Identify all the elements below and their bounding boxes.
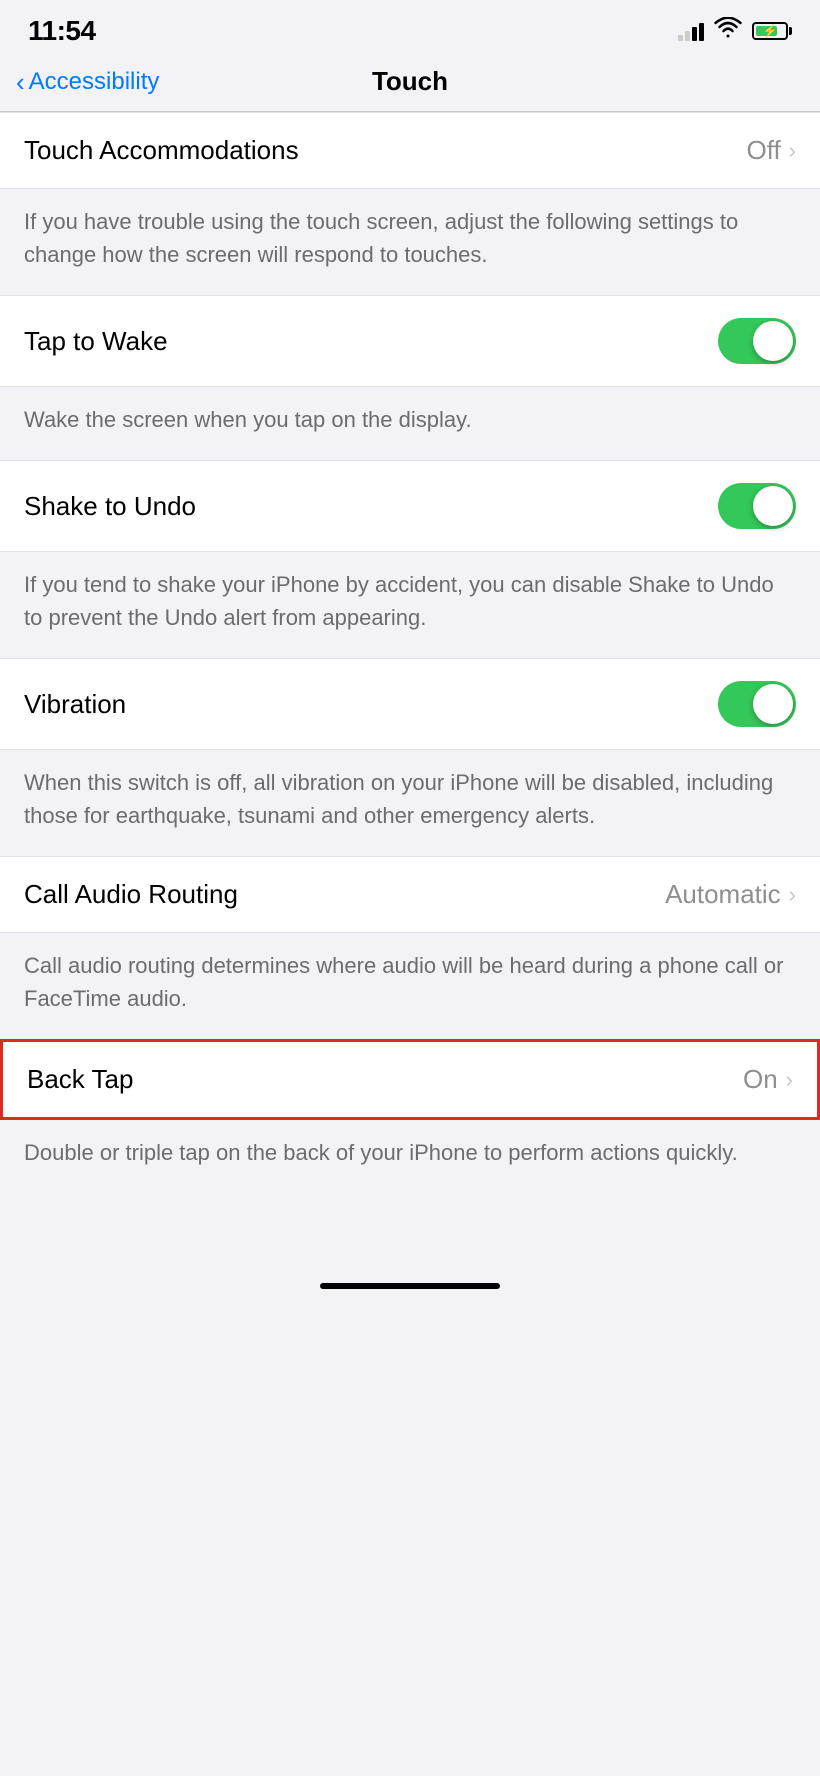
signal-icon bbox=[678, 21, 704, 41]
back-tap-section: Back Tap On › Double or triple tap on th… bbox=[0, 1039, 820, 1193]
touch-accommodations-row[interactable]: Touch Accommodations Off › bbox=[0, 112, 820, 189]
toggle-knob bbox=[753, 684, 793, 724]
shake-to-undo-row: Shake to Undo bbox=[0, 460, 820, 552]
shake-to-undo-toggle[interactable] bbox=[718, 483, 796, 529]
back-label: Accessibility bbox=[29, 68, 160, 96]
chevron-right-icon: › bbox=[789, 138, 796, 164]
back-tap-description: Double or triple tap on the back of your… bbox=[0, 1120, 820, 1193]
call-audio-routing-row[interactable]: Call Audio Routing Automatic › bbox=[0, 856, 820, 933]
chevron-left-icon: ‹ bbox=[16, 69, 25, 95]
chevron-right-icon: › bbox=[786, 1067, 793, 1093]
call-audio-routing-section: Call Audio Routing Automatic › Call audi… bbox=[0, 856, 820, 1039]
wifi-icon bbox=[714, 17, 742, 45]
vibration-toggle[interactable] bbox=[718, 681, 796, 727]
back-tap-value: On › bbox=[743, 1064, 793, 1095]
toggle-knob bbox=[753, 486, 793, 526]
back-tap-row[interactable]: Back Tap On › bbox=[0, 1039, 820, 1120]
vibration-description: When this switch is off, all vibration o… bbox=[0, 750, 820, 856]
page-title: Touch bbox=[372, 66, 448, 97]
content: Touch Accommodations Off › If you have t… bbox=[0, 112, 820, 1233]
touch-accommodations-label: Touch Accommodations bbox=[24, 135, 299, 166]
back-button[interactable]: ‹ Accessibility bbox=[16, 68, 159, 96]
touch-accommodations-description: If you have trouble using the touch scre… bbox=[0, 189, 820, 295]
shake-to-undo-label: Shake to Undo bbox=[24, 491, 196, 522]
toggle-knob bbox=[753, 321, 793, 361]
shake-to-undo-section: Shake to Undo If you tend to shake your … bbox=[0, 460, 820, 658]
vibration-label: Vibration bbox=[24, 689, 126, 720]
battery-icon: ⚡ bbox=[752, 22, 792, 40]
call-audio-routing-value: Automatic › bbox=[665, 879, 796, 910]
touch-accommodations-section: Touch Accommodations Off › If you have t… bbox=[0, 112, 820, 295]
status-icons: ⚡ bbox=[678, 17, 792, 45]
tap-to-wake-toggle[interactable] bbox=[718, 318, 796, 364]
vibration-row: Vibration bbox=[0, 658, 820, 750]
tap-to-wake-section: Tap to Wake Wake the screen when you tap… bbox=[0, 295, 820, 460]
nav-bar: ‹ Accessibility Touch bbox=[0, 56, 820, 112]
tap-to-wake-description: Wake the screen when you tap on the disp… bbox=[0, 387, 820, 460]
status-time: 11:54 bbox=[28, 15, 96, 47]
chevron-right-icon: › bbox=[789, 882, 796, 908]
shake-to-undo-description: If you tend to shake your iPhone by acci… bbox=[0, 552, 820, 658]
home-bar bbox=[320, 1283, 500, 1289]
vibration-section: Vibration When this switch is off, all v… bbox=[0, 658, 820, 856]
touch-accommodations-value: Off › bbox=[746, 135, 796, 166]
call-audio-routing-label: Call Audio Routing bbox=[24, 879, 238, 910]
back-tap-label: Back Tap bbox=[27, 1064, 133, 1095]
tap-to-wake-label: Tap to Wake bbox=[24, 326, 168, 357]
call-audio-routing-description: Call audio routing determines where audi… bbox=[0, 933, 820, 1039]
status-bar: 11:54 ⚡ bbox=[0, 0, 820, 56]
tap-to-wake-row: Tap to Wake bbox=[0, 295, 820, 387]
home-indicator bbox=[0, 1263, 820, 1299]
